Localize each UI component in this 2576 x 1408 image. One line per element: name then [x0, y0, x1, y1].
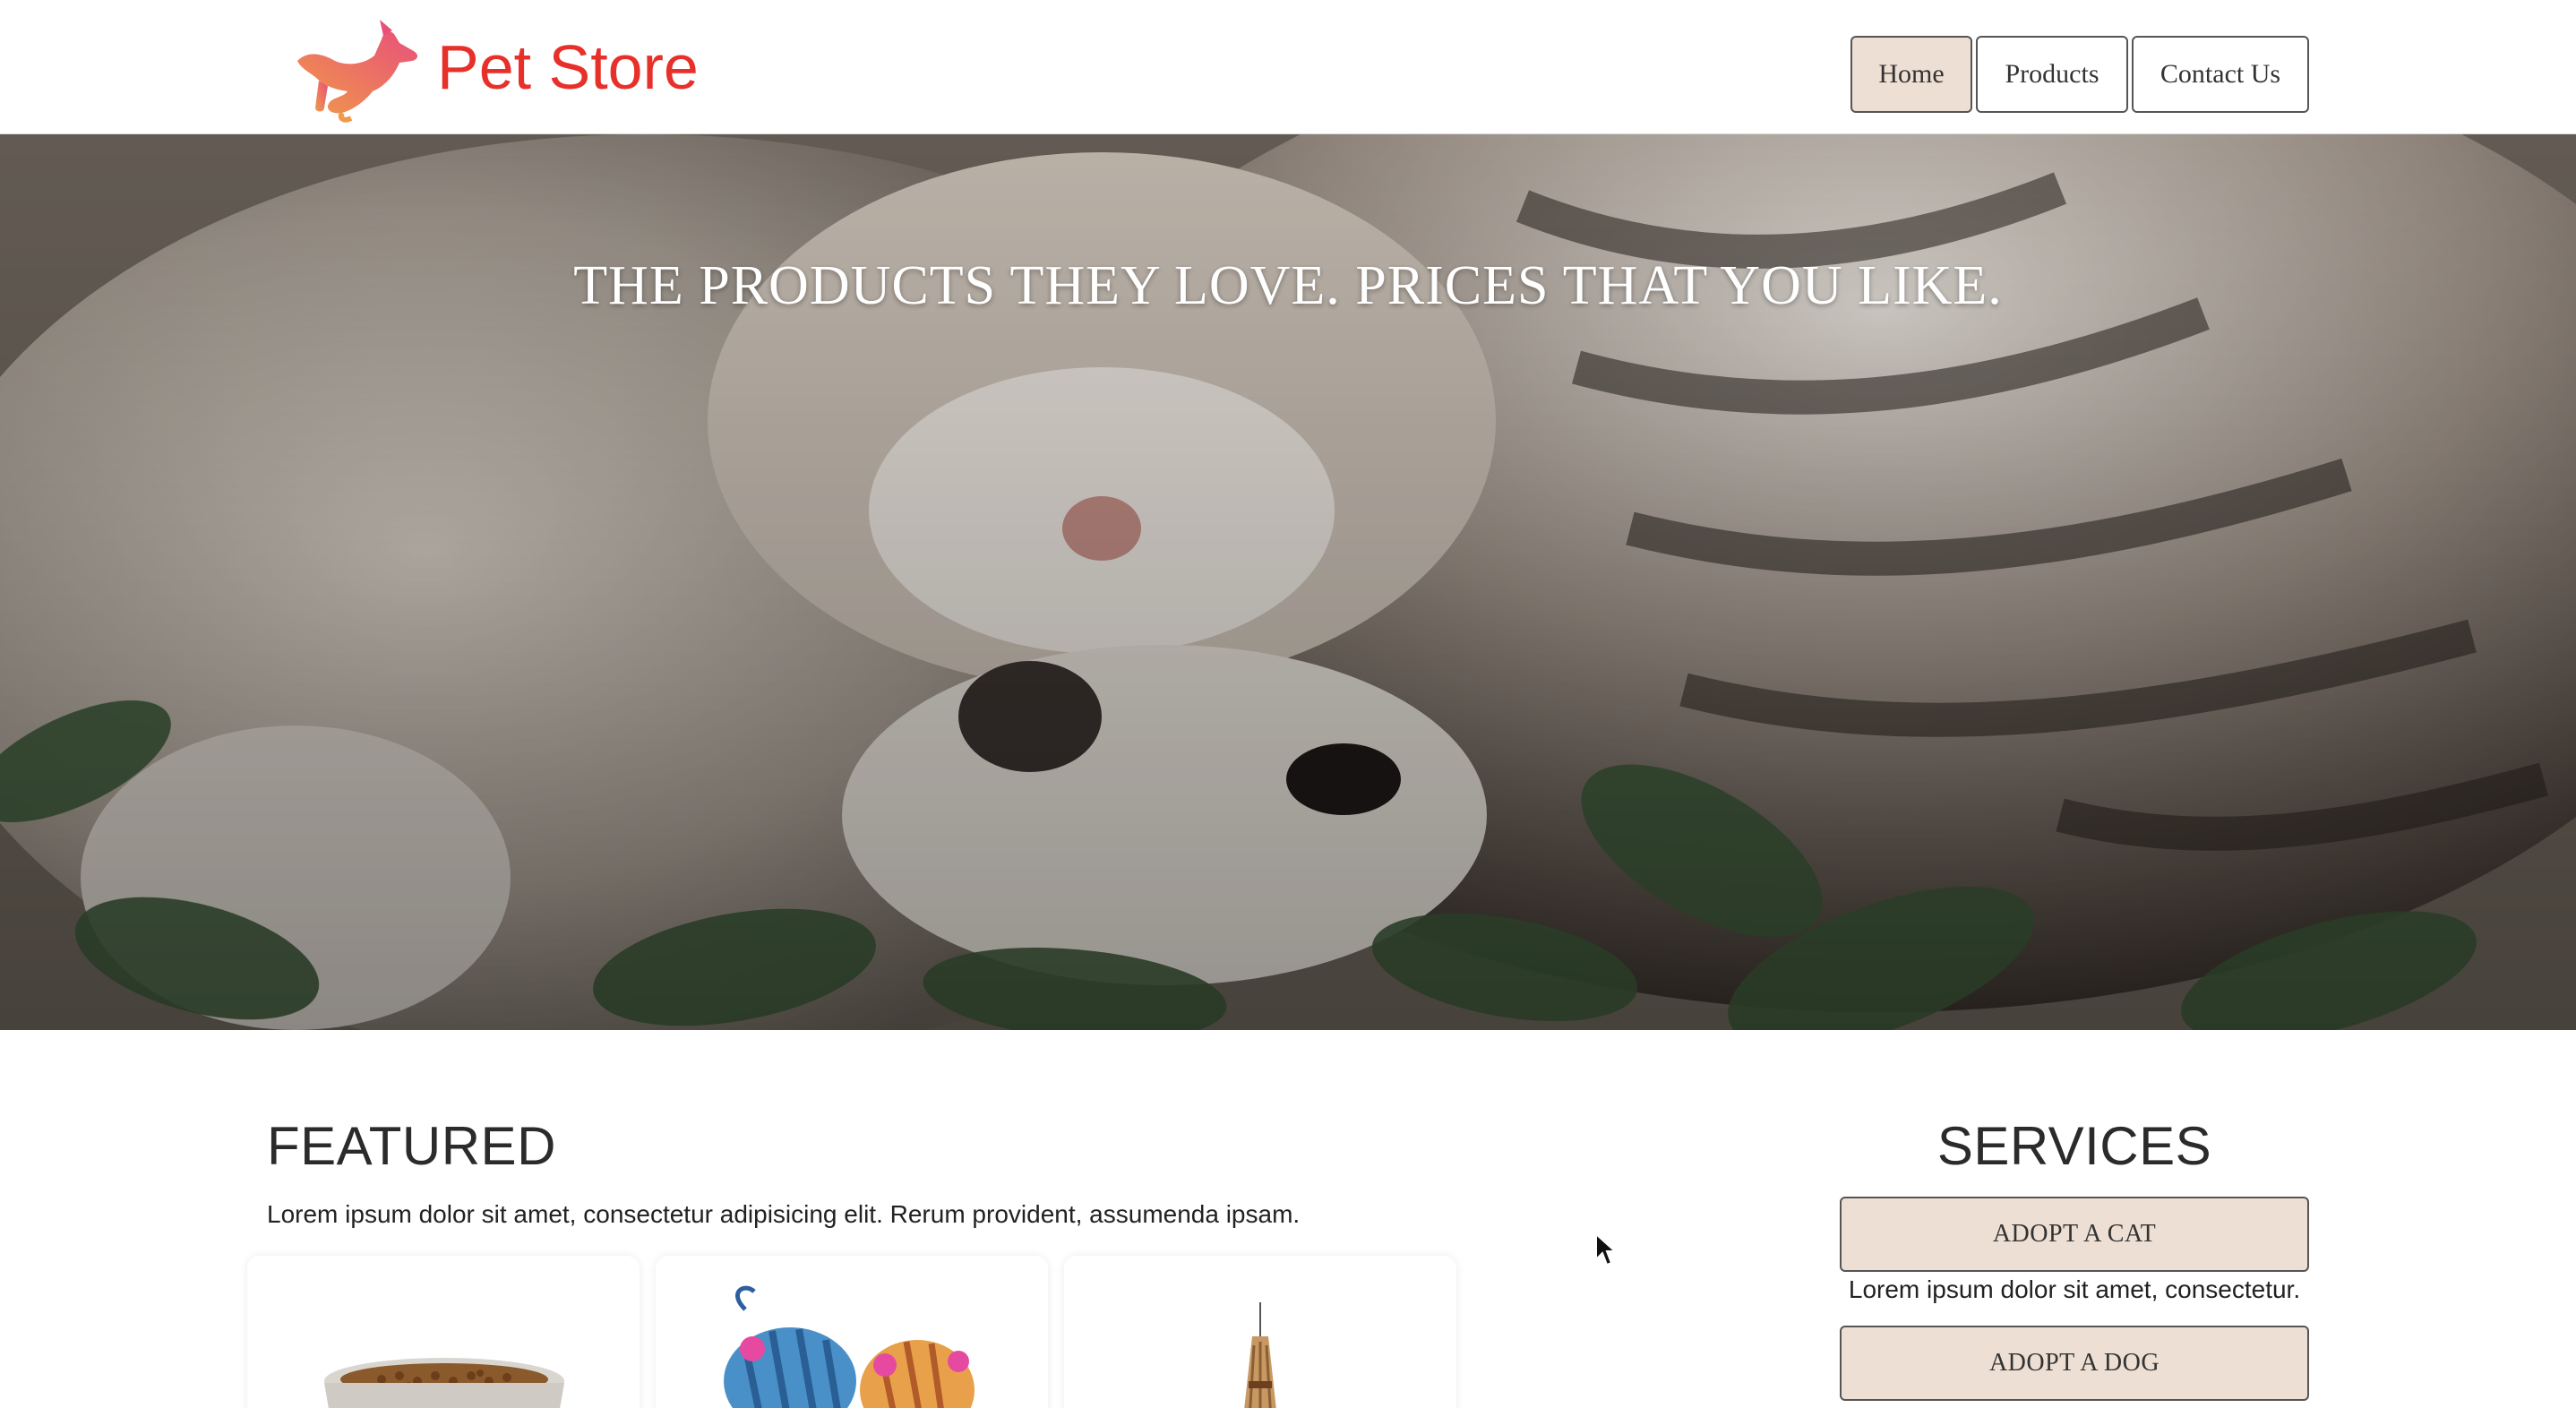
nav-home-button[interactable]: Home	[1850, 36, 1972, 113]
cat-feather-toy-image	[1244, 1302, 1276, 1408]
mouse-toys-image	[724, 1285, 975, 1408]
pet-food-bowl-image	[324, 1358, 564, 1408]
dog-logo-icon[interactable]	[288, 14, 426, 124]
brand-title[interactable]: Pet Store	[437, 30, 699, 104]
adopt-cat-button[interactable]: ADOPT A CAT	[1840, 1197, 2309, 1272]
product-card-mouse-toys[interactable]	[656, 1256, 1048, 1408]
mouse-cursor-icon	[1595, 1232, 1618, 1266]
adopt-cat-description: Lorem ipsum dolor sit amet, consectetur.	[1848, 1275, 2301, 1303]
product-card-food-bowl[interactable]	[247, 1256, 640, 1408]
nav-products-button[interactable]: Products	[1976, 36, 2128, 113]
adopt-dog-button[interactable]: ADOPT A DOG	[1840, 1326, 2309, 1401]
featured-description: Lorem ipsum dolor sit amet, consectetur …	[267, 1200, 1301, 1228]
nav-contact-button[interactable]: Contact Us	[2132, 36, 2309, 113]
hero-title: THE PRODUCTS THEY LOVE. PRICES THAT YOU …	[573, 255, 2003, 316]
hero-banner: THE PRODUCTS THEY LOVE. PRICES THAT YOU …	[0, 134, 2576, 1030]
product-card-feather-toy[interactable]	[1064, 1256, 1456, 1408]
featured-title: FEATURED	[267, 1116, 556, 1176]
services-title: SERVICES	[1936, 1116, 2212, 1176]
site-header: Pet Store Home Products Contact Us	[0, 0, 2576, 134]
